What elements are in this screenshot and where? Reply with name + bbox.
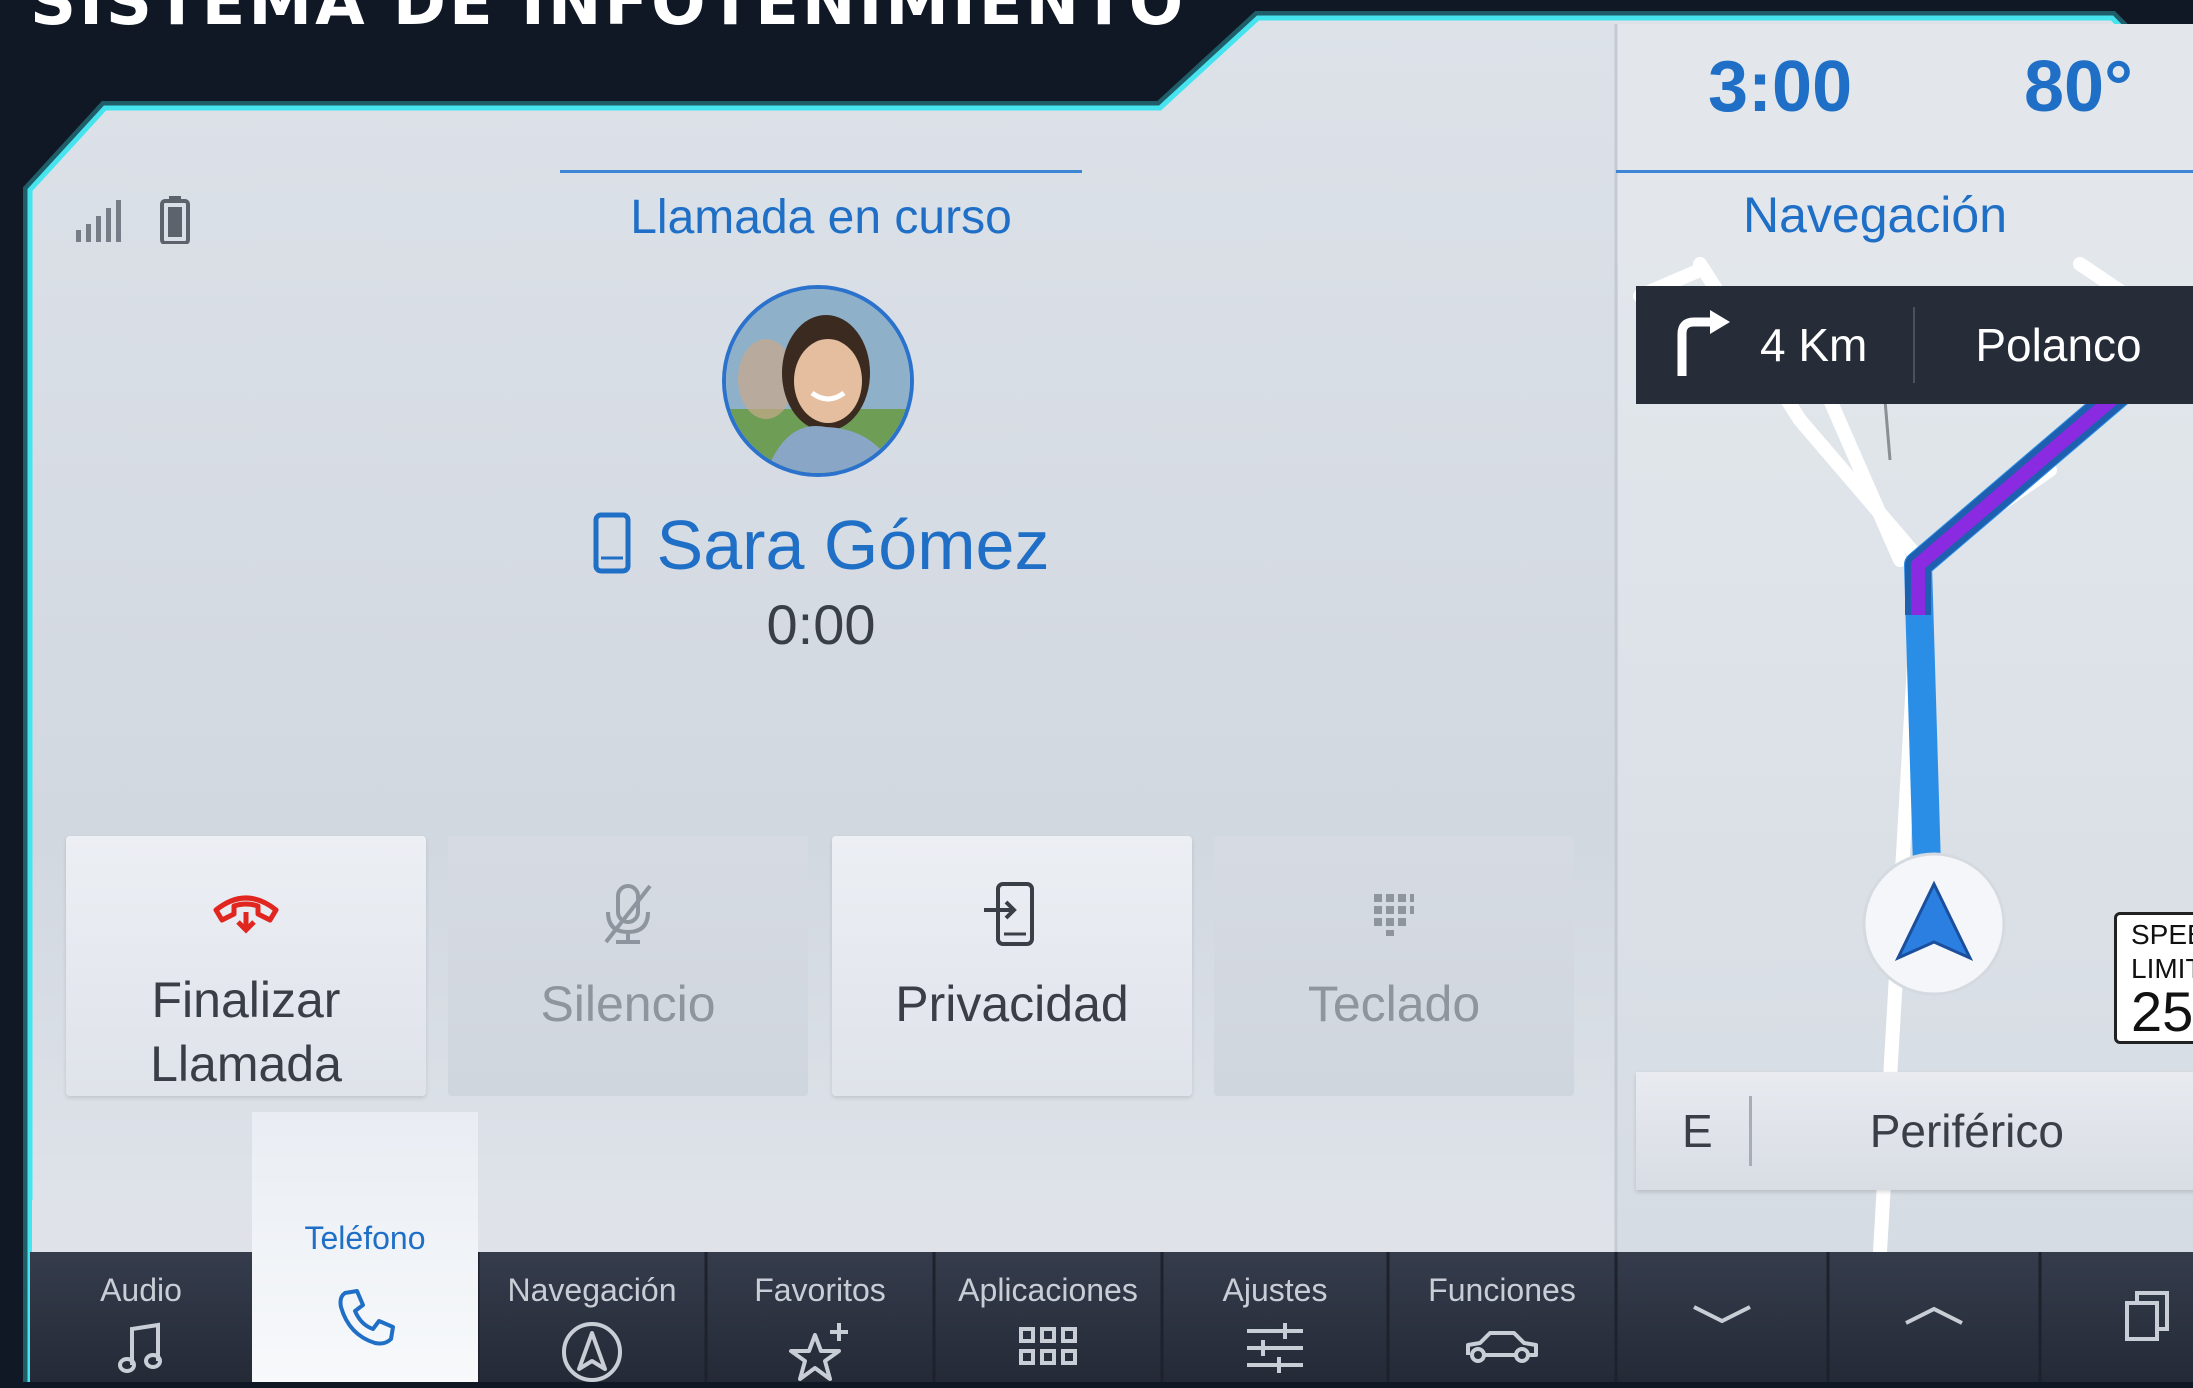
privacy-phone-icon [984,882,1040,946]
mic-off-icon [600,884,656,944]
privacy-label: Privacidad [895,976,1129,1032]
side-panel-divider [1616,170,2193,173]
car-icon [1464,1321,1540,1376]
navigation-arrow-icon [561,1321,623,1388]
call-status-title: Llamada en curso [630,191,1012,244]
nav-favorites[interactable]: Favoritos [706,1252,934,1382]
phone-icon [335,1287,395,1352]
nav-navigation[interactable]: Navegación [478,1252,706,1382]
nav-functions-label: Funciones [1428,1272,1576,1308]
star-plus-icon [789,1321,851,1388]
current-street-box: E Periférico [1636,1072,2193,1190]
chevron-up-icon [1902,1303,1966,1332]
status-bar [76,196,190,249]
clock: 3:00 [1708,47,1853,127]
speed-limit-label-2: LIMIT [2131,953,2193,984]
nav-phone-label: Teléfono [304,1220,426,1256]
signal-bars-icon [76,200,126,249]
avatar [722,285,914,477]
nav-settings-label: Ajustes [1222,1272,1328,1308]
next-turn-box[interactable]: 4 Km Polanco [1636,286,2193,404]
privacy-button[interactable]: Privacidad [832,836,1192,1096]
caller-row: Sara Gómez [560,505,1082,585]
end-call-button[interactable]: Finalizar Llamada [66,836,426,1096]
sliders-icon [1245,1321,1305,1380]
keypad-icon [1372,884,1416,944]
speed-limit-label-1: SPEED [2131,919,2193,950]
heading-direction: E [1682,1105,1713,1157]
nav-apps-label: Aplicaciones [958,1272,1138,1308]
speed-limit-value: 25 [2131,980,2193,1043]
battery-icon [160,196,190,249]
turn-divider [1913,307,1916,383]
turn-right-icon [1670,308,1734,383]
music-note-icon [118,1321,164,1380]
keypad-button[interactable]: Teclado [1214,836,1574,1096]
nav-apps[interactable]: Aplicaciones [934,1252,1162,1382]
scroll-down-button[interactable] [1616,1252,1828,1382]
keypad-label: Teclado [1307,976,1481,1032]
street-divider [1748,1096,1752,1166]
caller-name: Sara Gómez [656,506,1050,584]
windows-icon [2123,1287,2173,1348]
turn-street: Polanco [1975,319,2142,371]
nav-audio[interactable]: Audio [30,1252,252,1382]
nav-phone[interactable]: Teléfono [252,1112,478,1382]
nav-navigation-label: Navegación [507,1272,677,1308]
nav-functions[interactable]: Funciones [1388,1252,1616,1382]
end-call-label: Finalizar Llamada [150,972,342,1092]
nav-settings[interactable]: Ajustes [1162,1252,1388,1382]
nav-audio-label: Audio [100,1272,182,1308]
mobile-phone-icon [593,512,631,579]
current-street-name: Periférico [1869,1105,2064,1157]
temperature: 80° [2024,47,2133,127]
mute-button[interactable]: Silencio [448,836,808,1096]
tab-underline [560,170,1082,173]
apps-grid-icon [1018,1321,1078,1376]
end-call-icon [212,884,280,940]
mute-label: Silencio [540,976,716,1032]
nav-favorites-label: Favoritos [754,1272,886,1308]
turn-distance: 4 Km [1760,319,1868,371]
call-duration: 0:00 [766,593,876,656]
scroll-up-button[interactable] [1828,1252,2040,1382]
speed-limit-sign: SPEED LIMIT 25 [2114,912,2193,1044]
side-panel-title: Navegación [1742,187,2008,243]
windows-button[interactable] [2040,1252,2193,1382]
chevron-down-icon [1690,1303,1754,1332]
